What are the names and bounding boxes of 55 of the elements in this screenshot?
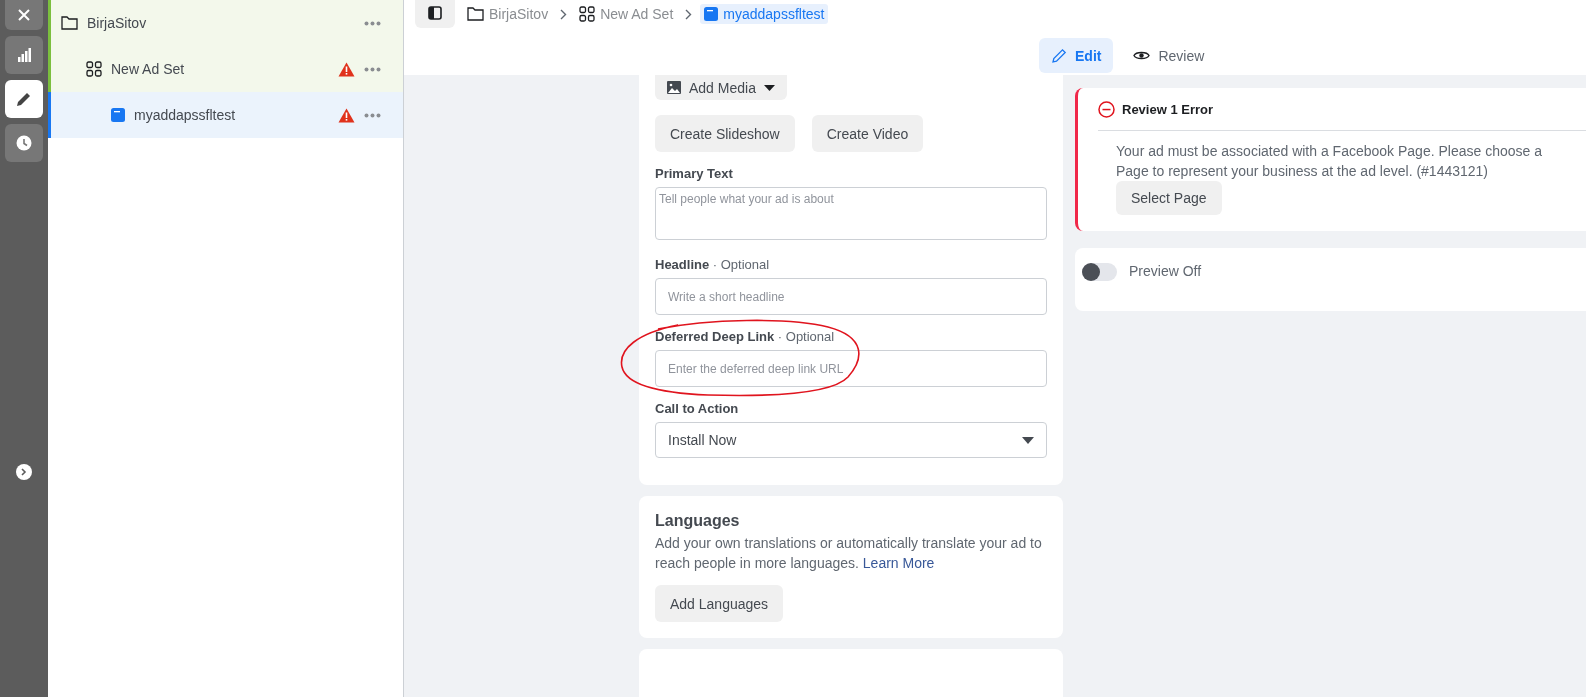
toggle-switch[interactable] xyxy=(1082,263,1117,281)
grid-icon xyxy=(86,61,102,77)
create-button[interactable]: Create Video xyxy=(811,115,924,152)
close-icon xyxy=(17,8,31,22)
image-icon xyxy=(667,81,681,94)
add-languages-button[interactable]: Add Languages xyxy=(655,585,784,622)
tree-item[interactable]: BirjaSitov xyxy=(48,0,403,46)
field-label: Deferred Deep Link · Optional xyxy=(655,329,836,344)
section-description: Add your own translations or automatically translate your ad to reach people in more languages. Learn More xyxy=(655,534,1043,573)
clock-icon xyxy=(16,135,32,151)
breadcrumb[interactable]: myaddapssfltest xyxy=(700,4,829,24)
toggle-label: Preview Off xyxy=(1129,263,1202,279)
field-label: Primary Text xyxy=(655,166,734,181)
input-field[interactable]: Tell people what your ad is about xyxy=(655,187,1047,240)
rail-button[interactable] xyxy=(5,0,43,30)
view-tab[interactable]: Edit xyxy=(1039,38,1114,73)
grid-icon xyxy=(579,6,596,22)
create-button[interactable]: Create Slideshow xyxy=(655,115,795,152)
more-icon[interactable] xyxy=(364,20,381,26)
dropdown[interactable]: Install Now xyxy=(655,422,1047,458)
pencil-icon xyxy=(16,91,32,107)
expand-button[interactable] xyxy=(16,464,32,480)
ad-icon xyxy=(111,108,125,122)
sidebar-icon xyxy=(428,6,442,20)
caret-icon xyxy=(1022,436,1034,444)
bar-chart-icon xyxy=(17,48,31,62)
input-field[interactable]: Enter the deferred deep link URL xyxy=(655,350,1047,387)
more-icon[interactable] xyxy=(364,66,381,72)
caret-icon xyxy=(763,84,775,91)
field-label: Headline · Optional xyxy=(655,257,771,272)
rail-button[interactable] xyxy=(5,80,43,118)
field-label: Call to Action xyxy=(655,401,740,416)
tree-item[interactable]: myaddapssfltest xyxy=(48,92,403,138)
chevron-right-icon xyxy=(560,8,568,20)
ad-icon xyxy=(704,7,719,21)
error-title: Review 1 Error xyxy=(1122,101,1214,117)
pencil-icon xyxy=(1051,47,1067,64)
panel-toggle-button[interactable] xyxy=(415,0,455,28)
rail-button[interactable] xyxy=(5,36,43,74)
error-icon xyxy=(1098,100,1115,118)
input-field[interactable]: Write a short headline xyxy=(655,278,1047,315)
section-title: Languages xyxy=(655,511,741,530)
error-message: Your ad must be associated with a Facebook Page. Please choose a Page to represent your business at the ad level. (#1443121) xyxy=(1115,142,1543,181)
view-tab[interactable]: Review xyxy=(1121,38,1217,73)
select-page-button[interactable]: Select Page xyxy=(1116,181,1222,215)
folder-icon xyxy=(467,7,484,21)
tree-item[interactable]: New Ad Set xyxy=(48,46,403,92)
folder-icon xyxy=(61,16,78,30)
learn-more-link[interactable]: Learn More xyxy=(862,555,935,571)
chevron-right-icon xyxy=(685,8,693,20)
more-icon[interactable] xyxy=(364,112,381,118)
eye-icon xyxy=(1133,50,1151,61)
add-media-button[interactable]: Add Media xyxy=(655,75,787,100)
rail-button[interactable] xyxy=(5,124,43,162)
chevron-right-icon xyxy=(21,468,27,476)
